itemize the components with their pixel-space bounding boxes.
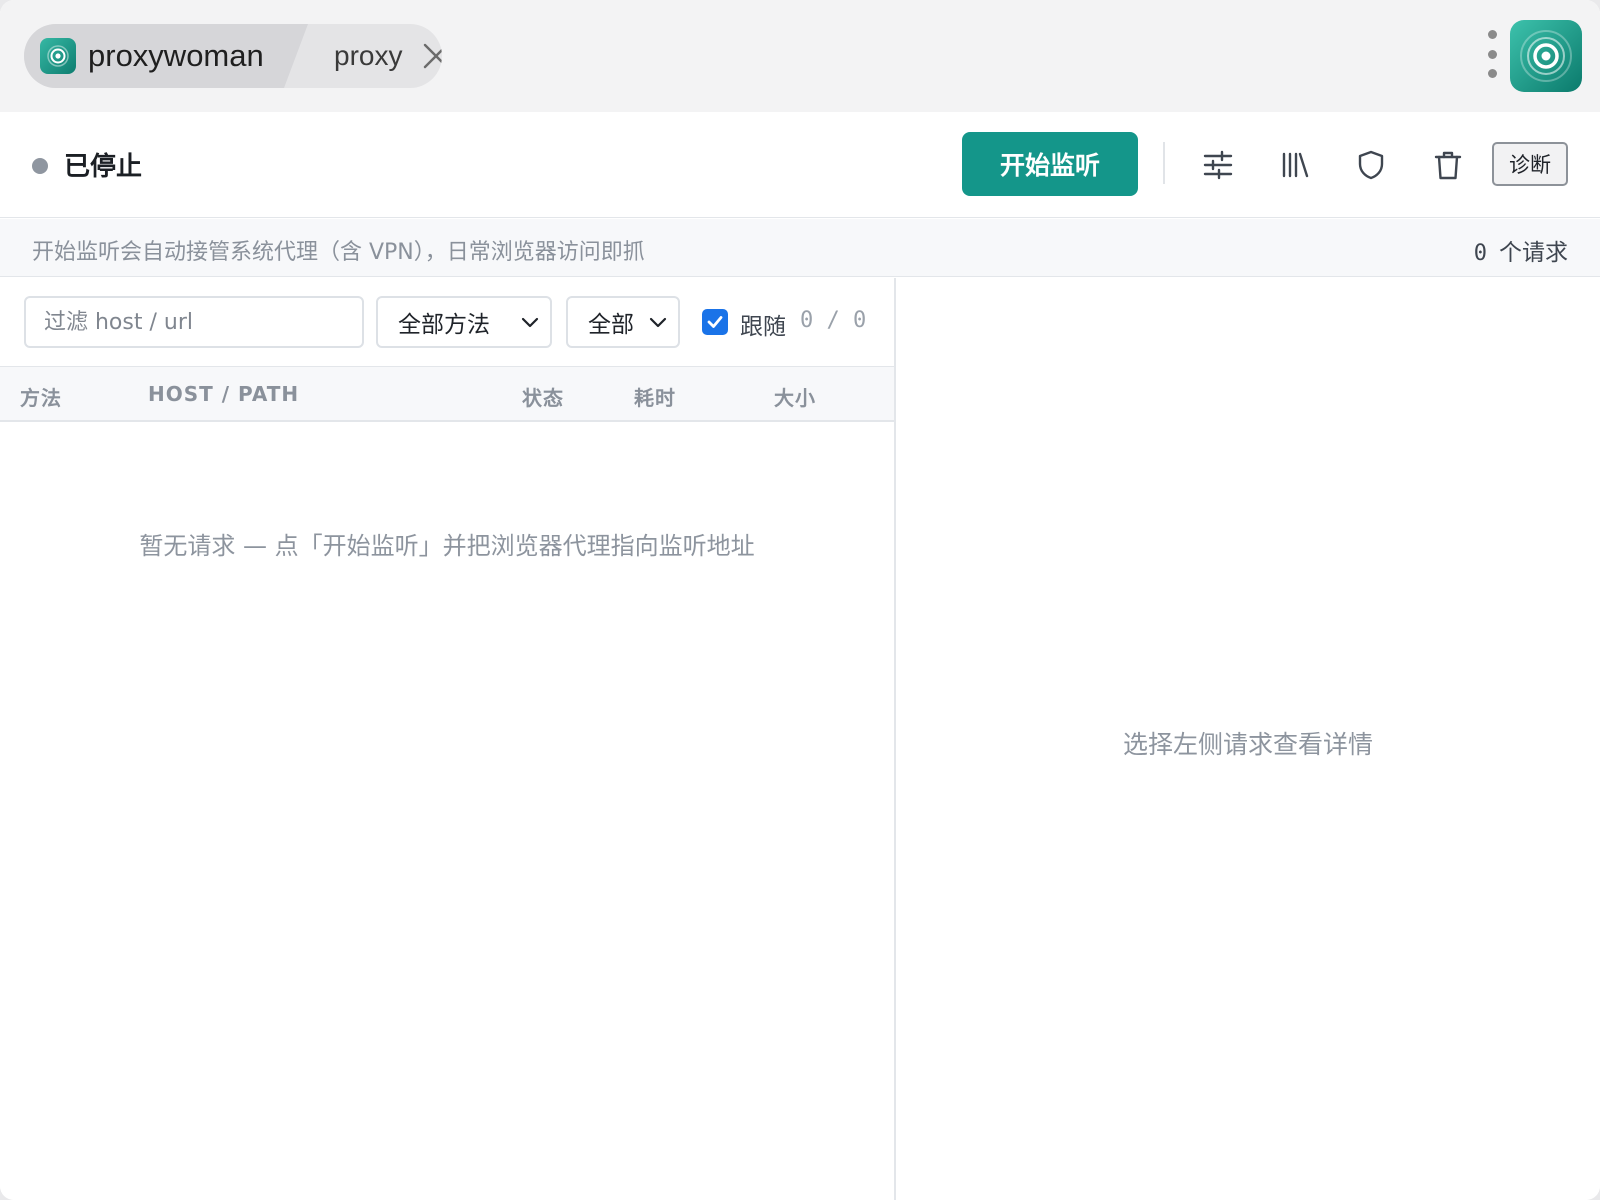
status-indicator: [32, 158, 48, 174]
sliders-icon[interactable]: [1199, 146, 1237, 184]
close-icon[interactable]: [422, 42, 442, 70]
app-logo-icon: [40, 38, 76, 74]
request-detail-pane: 选择左侧请求查看详情: [896, 278, 1600, 1200]
app-logo-icon[interactable]: [1510, 20, 1582, 92]
title-bar: proxywoman proxy: [0, 0, 1600, 112]
empty-list-message: 暂无请求 — 点「开始监听」并把浏览器代理指向监听地址: [139, 532, 755, 560]
request-list-pane: 全部方法 全部 跟随 0 / 0 方法 HOST / PATH: [0, 278, 896, 1200]
toolbar: 已停止 开始监听 诊断: [0, 112, 1600, 218]
start-listening-button[interactable]: 开始监听: [962, 132, 1138, 196]
column-header-method[interactable]: 方法: [20, 382, 62, 411]
hint-text: 开始监听会自动接管系统代理（含 VPN），日常浏览器访问即抓: [32, 240, 645, 265]
request-count-number: 0: [1473, 241, 1487, 266]
status-select-value: 全部: [588, 312, 634, 338]
method-select[interactable]: 全部方法: [376, 296, 552, 348]
tab-proxywoman[interactable]: proxywoman: [24, 24, 308, 88]
chevron-down-icon: [521, 317, 539, 328]
tab-proxy[interactable]: proxy: [308, 24, 442, 88]
column-header-host-path[interactable]: HOST / PATH: [148, 382, 299, 406]
library-icon[interactable]: [1276, 146, 1314, 184]
tab-strip: proxywoman proxy: [24, 24, 442, 88]
follow-checkbox[interactable]: [702, 309, 728, 335]
checkmark-icon: [707, 316, 723, 328]
column-header-status[interactable]: 状态: [522, 382, 564, 411]
diagnose-button[interactable]: 诊断: [1492, 142, 1568, 186]
tab-label: proxywoman: [88, 38, 264, 73]
filter-bar: 全部方法 全部 跟随 0 / 0: [0, 278, 896, 366]
toolbar-divider: [1163, 142, 1165, 184]
follow-count: 0 / 0: [800, 308, 867, 333]
detail-empty-message: 选择左侧请求查看详情: [1122, 730, 1373, 759]
app-window: proxywoman proxy 已停止 开始监听 诊断 开始监听会自动接管系统…: [0, 0, 1600, 1200]
column-header-duration[interactable]: 耗时: [634, 382, 676, 411]
shield-icon[interactable]: [1352, 146, 1390, 184]
follow-label: 跟随: [740, 314, 786, 340]
info-bar: 开始监听会自动接管系统代理（含 VPN），日常浏览器访问即抓 0 个请求: [0, 219, 1600, 277]
trash-icon[interactable]: [1429, 146, 1467, 184]
method-select-value: 全部方法: [398, 312, 490, 338]
request-count: 0 个请求: [1474, 233, 1568, 267]
table-header: 方法 HOST / PATH 状态 耗时 大小: [0, 366, 894, 422]
filter-input[interactable]: [24, 296, 364, 348]
status-text: 已停止: [64, 152, 143, 182]
column-header-size[interactable]: 大小: [774, 382, 816, 411]
status-select[interactable]: 全部: [566, 296, 680, 348]
chevron-down-icon: [649, 317, 667, 328]
tab-label: proxy: [334, 40, 403, 71]
more-menu-icon[interactable]: [1484, 30, 1500, 78]
request-count-unit: 个请求: [1499, 240, 1568, 266]
